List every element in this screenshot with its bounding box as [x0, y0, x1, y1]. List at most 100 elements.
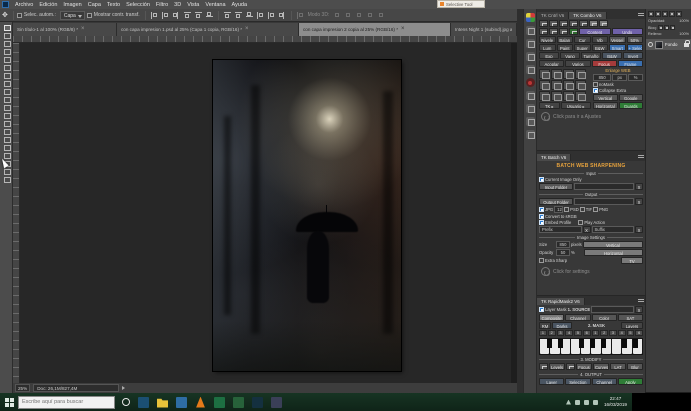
app-icon[interactable]: [271, 397, 282, 408]
search-input[interactable]: [19, 399, 99, 405]
photoshop-taskbar-icon[interactable]: [252, 397, 263, 408]
excel-icon[interactable]: [214, 397, 225, 408]
lock-position-icon[interactable]: [664, 25, 669, 30]
selective-tool-popup[interactable]: Selective Tool: [437, 0, 485, 8]
filter-type-icon[interactable]: [669, 11, 675, 17]
smart-button[interactable]: Smart: [609, 44, 626, 51]
vlc-icon[interactable]: [195, 397, 206, 408]
zone-5-button[interactable]: 5: [574, 330, 582, 336]
gradient-tool[interactable]: [2, 112, 11, 118]
3d-roll-icon[interactable]: [343, 11, 352, 20]
piano-black-key[interactable]: [622, 339, 627, 348]
input-folder-field[interactable]: [574, 183, 634, 190]
menu-archivo[interactable]: Archivo: [12, 2, 36, 8]
eyedropper-tool[interactable]: [2, 64, 11, 70]
zoom-tool[interactable]: [2, 176, 11, 182]
prefix-field[interactable]: Prefix: [539, 226, 582, 233]
actions-panel-icon[interactable]: [526, 78, 535, 87]
3d-slide-icon[interactable]: [365, 11, 374, 20]
tab-tk-cntrl[interactable]: TK Cntrl V6: [537, 12, 569, 19]
curves-button[interactable]: Curves: [593, 363, 609, 370]
action-thumb-button[interactable]: [551, 69, 562, 79]
panel-menu-icon[interactable]: [637, 297, 645, 305]
menu-vista[interactable]: Vista: [184, 2, 202, 8]
layers-button[interactable]: Layers: [621, 322, 643, 329]
focus-modify-button[interactable]: Focus: [576, 363, 592, 370]
levels-button[interactable]: Levels: [549, 363, 565, 370]
panel-menu-icon[interactable]: [637, 153, 645, 161]
zone-3b-button[interactable]: 3: [609, 330, 617, 336]
tab-tk-batch[interactable]: TK Batch V6: [537, 154, 571, 161]
tray-chevron-icon[interactable]: [566, 400, 571, 405]
move-tool[interactable]: [2, 24, 11, 30]
action-thumb-button[interactable]: [539, 80, 550, 90]
hand-tool[interactable]: [2, 168, 11, 174]
status-options-arrow-icon[interactable]: [122, 386, 125, 390]
exp-button[interactable]: Exp: [539, 52, 559, 59]
vessel-button[interactable]: Vessel: [609, 36, 626, 43]
history-panel-icon[interactable]: [526, 91, 535, 100]
undo-button[interactable]: Undo: [612, 28, 644, 35]
invert-button[interactable]: Invert: [623, 52, 643, 59]
srgb-checkbox[interactable]: [539, 214, 544, 219]
opacity-value[interactable]: 100%: [679, 19, 689, 23]
brush-button[interactable]: [539, 28, 548, 35]
3d-rotate-icon[interactable]: [332, 11, 341, 20]
stamp-button[interactable]: [559, 28, 568, 35]
distribute-right-icon[interactable]: [278, 11, 287, 20]
distribute-left-icon[interactable]: [256, 11, 265, 20]
piano-black-key[interactable]: [633, 339, 638, 348]
paint-button[interactable]: Paint: [557, 44, 574, 51]
collapse-extra-checkbox[interactable]: [593, 88, 598, 93]
tray-icon-2[interactable]: [584, 400, 589, 405]
tray-icon-3[interactable]: [593, 400, 598, 405]
piano-black-key[interactable]: [601, 339, 606, 348]
menu-texto[interactable]: Texto: [104, 2, 123, 8]
channel-button[interactable]: Channel: [565, 314, 590, 321]
zone-2-button[interactable]: 2: [548, 330, 556, 336]
action-thumb-button[interactable]: [575, 80, 586, 90]
menu-ayuda[interactable]: Ayuda: [229, 2, 251, 8]
zoom-level-field[interactable]: 25%: [15, 384, 30, 392]
eraser-tool[interactable]: [2, 104, 11, 110]
check-button[interactable]: [569, 28, 578, 35]
bw-invert-button[interactable]: B&W: [602, 52, 622, 59]
bw-button[interactable]: B&W: [592, 44, 609, 51]
action-thumb-button[interactable]: [563, 91, 574, 101]
luminosity-piano-keyboard[interactable]: [539, 338, 643, 355]
action-thumb-button[interactable]: [539, 91, 550, 101]
output-clear-button[interactable]: X: [635, 198, 643, 205]
blur-tool[interactable]: [2, 120, 11, 126]
modify-invert-button[interactable]: [539, 363, 548, 370]
action-thumb-button[interactable]: [539, 69, 550, 79]
output-folder-button[interactable]: Output Folder: [539, 198, 573, 205]
nomask-checkbox[interactable]: [593, 82, 598, 87]
batch-horizontal-button[interactable]: Horizontal: [584, 249, 643, 256]
layer-mask-checkbox[interactable]: [539, 307, 544, 312]
tamano-button[interactable]: Tamaño: [581, 52, 601, 59]
fifty-pct-button[interactable]: 50%: [627, 36, 644, 43]
brush-tool[interactable]: [2, 80, 11, 86]
super-button[interactable]: Super: [574, 44, 591, 51]
output-selection-button[interactable]: Selection: [565, 378, 590, 385]
pen-tool[interactable]: [2, 136, 11, 142]
menu-imagen[interactable]: Imagen: [60, 2, 84, 8]
vertical-ruler[interactable]: [13, 43, 20, 383]
varios-button[interactable]: Varios: [565, 60, 590, 67]
output-apply-button[interactable]: Apply: [618, 378, 643, 385]
menu-capa[interactable]: Capa: [85, 2, 104, 8]
psd-checkbox[interactable]: [564, 207, 569, 212]
taskbar-clock[interactable]: 22:47 16/03/2019: [604, 396, 627, 407]
opacity-field[interactable]: 50: [556, 249, 570, 256]
current-image-only-checkbox[interactable]: [539, 177, 544, 182]
align-bottom-icon[interactable]: [205, 11, 214, 20]
lock-transparent-icon[interactable]: [658, 25, 663, 30]
file-explorer-icon[interactable]: [157, 397, 168, 408]
align-left-icon[interactable]: [150, 11, 159, 20]
zone-5b-button[interactable]: 5: [627, 330, 635, 336]
menu-ventana[interactable]: Ventana: [202, 2, 228, 8]
piano-black-key[interactable]: [579, 339, 584, 348]
mask-view-button[interactable]: [569, 20, 578, 27]
histogram-panel-icon[interactable]: [526, 65, 535, 74]
prefix-clear-button[interactable]: X: [583, 226, 591, 233]
